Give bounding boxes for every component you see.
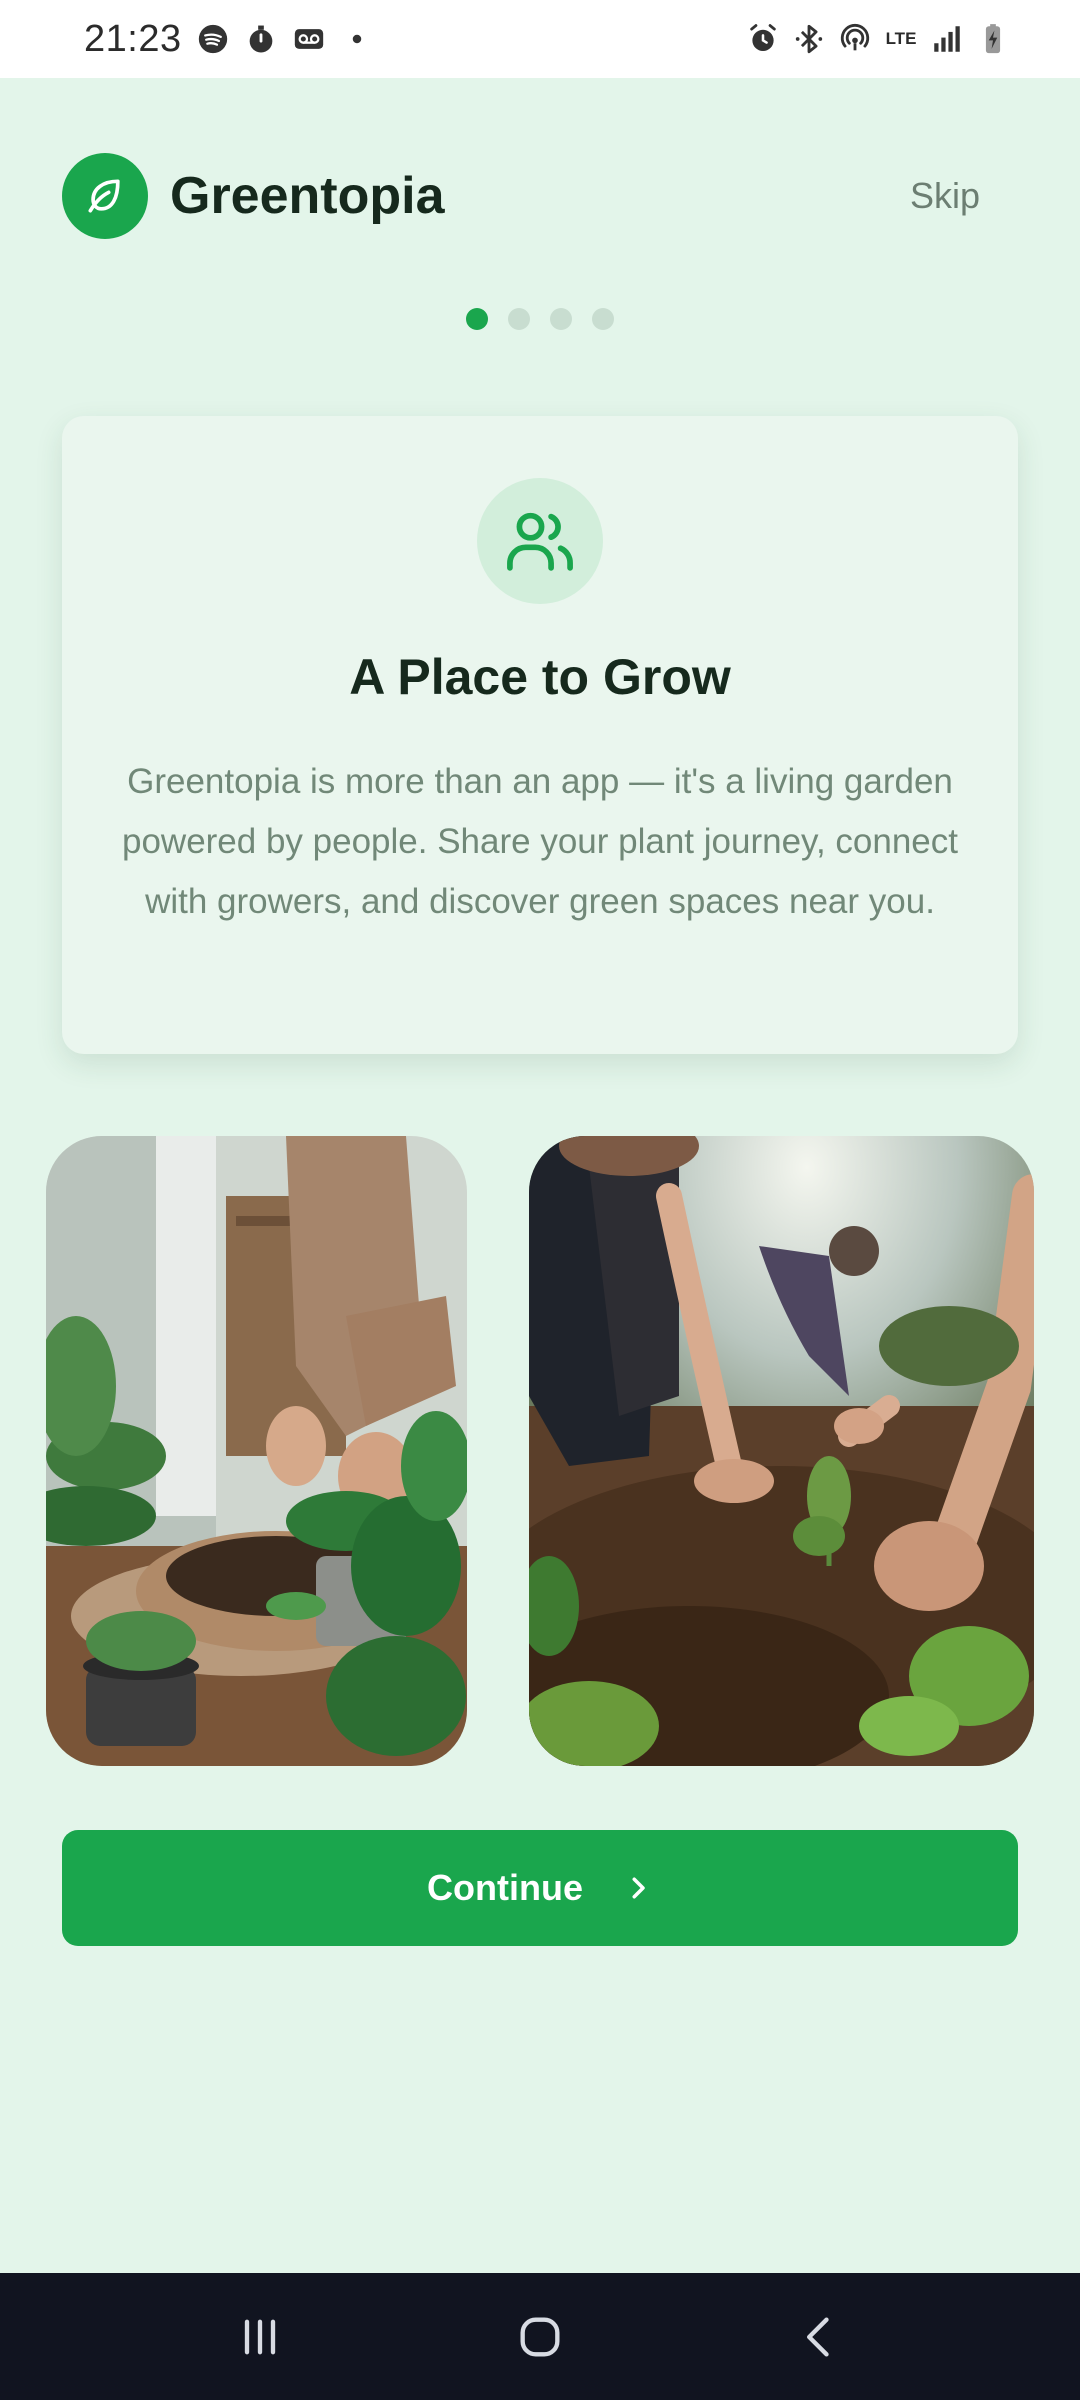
page-dot-3[interactable] <box>550 308 572 330</box>
app-name: Greentopia <box>170 167 445 225</box>
voicemail-icon <box>292 22 326 56</box>
app-logo <box>62 153 148 239</box>
page-dot-4[interactable] <box>592 308 614 330</box>
continue-button[interactable]: Continue <box>62 1830 1018 1946</box>
page-dot-1[interactable] <box>466 308 488 330</box>
home-icon <box>520 2317 560 2356</box>
status-left-icons <box>196 22 374 56</box>
onboarding-screen: Greentopia Skip A Place to Grow Greentop… <box>0 78 1080 2273</box>
alarm-icon <box>746 22 780 56</box>
stopwatch-icon <box>244 22 278 56</box>
app-header: Greentopia Skip <box>62 152 1018 240</box>
card-title: A Place to Grow <box>349 649 731 705</box>
page-indicator <box>0 308 1080 330</box>
bluetooth-icon <box>792 22 826 56</box>
card-description: Greentopia is more than an app — it's a … <box>121 762 958 921</box>
page-dot-2[interactable] <box>508 308 530 330</box>
dot-icon <box>340 22 374 56</box>
recents-button[interactable] <box>210 2297 310 2377</box>
intro-card: A Place to Grow Greentopia is more than … <box>62 416 1018 1054</box>
home-button[interactable] <box>490 2297 590 2377</box>
lte-label: LTE <box>885 29 917 48</box>
spotify-icon <box>196 22 230 56</box>
continue-label: Continue <box>427 1867 583 1908</box>
card-icon-badge <box>477 478 603 604</box>
back-button[interactable] <box>770 2297 870 2377</box>
hotspot-icon <box>838 22 872 56</box>
status-time: 21:23 <box>84 17 182 60</box>
signal-icon <box>930 22 964 56</box>
users-icon <box>507 512 573 571</box>
status-right-icons: LTE <box>746 22 1010 56</box>
battery-icon <box>976 22 1010 56</box>
status-bar: 21:23 LTE <box>0 0 1080 78</box>
system-nav-bar <box>0 2273 1080 2400</box>
chevron-right-icon <box>632 1877 645 1899</box>
back-icon <box>807 2317 829 2356</box>
leaf-icon <box>88 179 120 213</box>
community-garden-photo <box>529 1136 1034 1766</box>
skip-button[interactable]: Skip <box>910 175 980 217</box>
lte-icon: LTE <box>884 22 918 56</box>
recents-icon <box>244 2319 276 2354</box>
indoor-potting-photo <box>46 1136 467 1766</box>
